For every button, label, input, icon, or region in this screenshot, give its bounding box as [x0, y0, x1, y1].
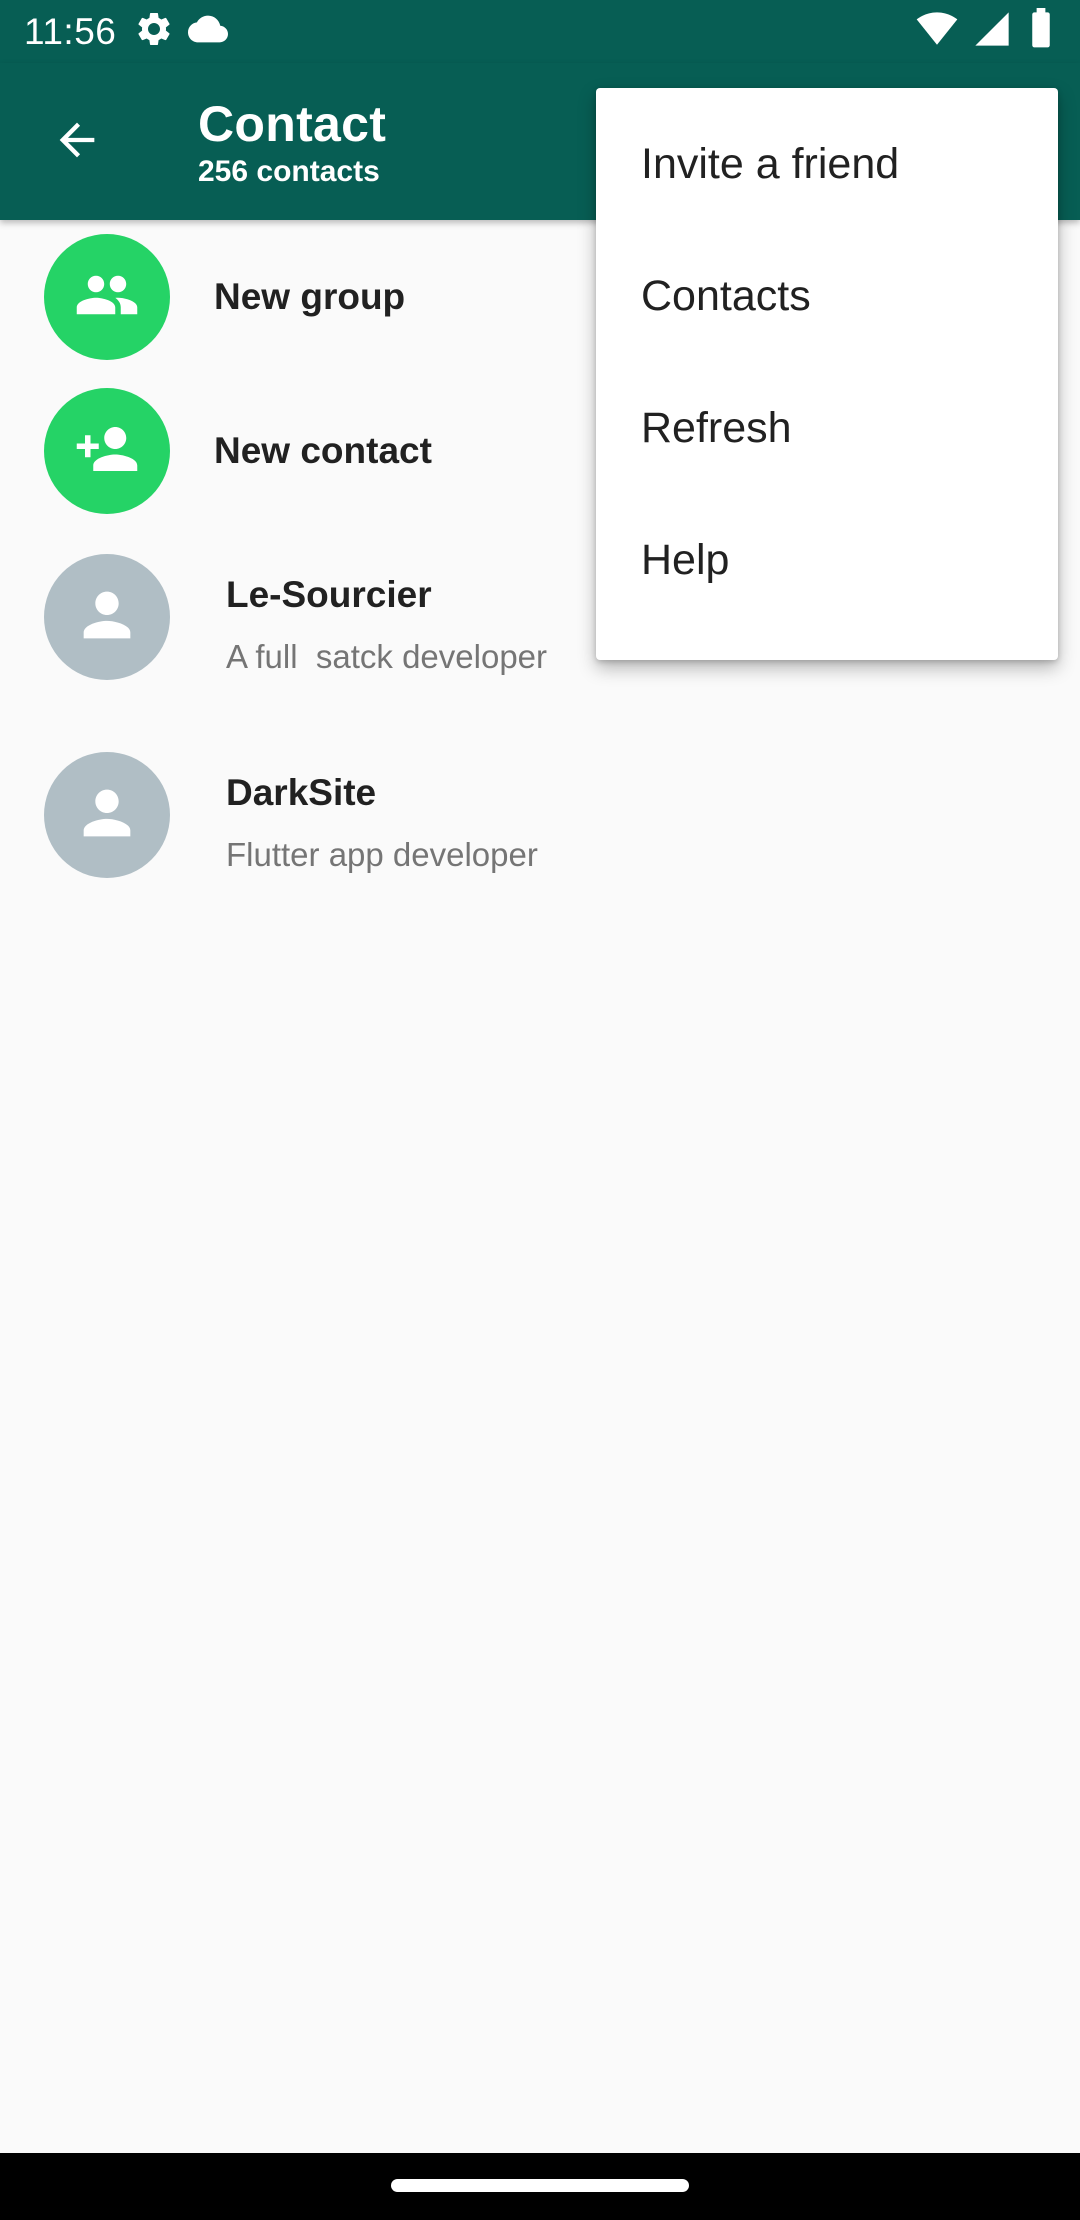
navigation-bar — [0, 2153, 1080, 2220]
back-button[interactable] — [42, 107, 112, 177]
new-group-avatar — [44, 234, 170, 360]
group-icon — [74, 262, 140, 333]
status-time: 11:56 — [24, 10, 117, 52]
cloud-icon — [188, 9, 229, 54]
menu-item-contacts[interactable]: Contacts — [596, 230, 1058, 362]
avatar — [44, 554, 170, 680]
arrow-back-icon — [51, 114, 103, 171]
contact-status: Flutter app developer — [226, 836, 538, 873]
wifi-icon — [916, 8, 958, 55]
contact-name: Le-Sourcier — [226, 574, 432, 615]
contact-status: A full satck developer — [226, 638, 548, 675]
status-bar: 11:56 — [0, 0, 1080, 63]
new-contact-avatar — [44, 388, 170, 514]
person-icon — [72, 778, 142, 853]
status-left-icons — [134, 9, 229, 54]
settings-icon — [134, 9, 174, 54]
person-add-icon — [74, 416, 140, 487]
overflow-menu: Invite a friend Contacts Refresh Help — [596, 88, 1058, 660]
contact-name: DarkSite — [226, 772, 377, 813]
home-gesture-handle[interactable] — [391, 2179, 689, 2192]
menu-item-help[interactable]: Help — [596, 494, 1058, 626]
page-title: Contact — [198, 96, 387, 152]
contact-screen: 11:56 Contact 256 contacts New group New… — [0, 0, 1080, 2220]
status-right-icons — [916, 8, 1056, 55]
new-group-label: New group — [214, 276, 406, 317]
menu-item-invite-friend[interactable]: Invite a friend — [596, 98, 1058, 230]
person-icon — [72, 580, 142, 655]
battery-icon — [1026, 8, 1056, 55]
signal-icon — [972, 9, 1012, 54]
contact-count: 256 contacts — [198, 155, 380, 188]
avatar — [44, 752, 170, 878]
contact-item-darksite[interactable]: DarkSite Flutter app developer — [0, 752, 1080, 892]
menu-item-refresh[interactable]: Refresh — [596, 362, 1058, 494]
new-contact-label: New contact — [214, 430, 432, 471]
